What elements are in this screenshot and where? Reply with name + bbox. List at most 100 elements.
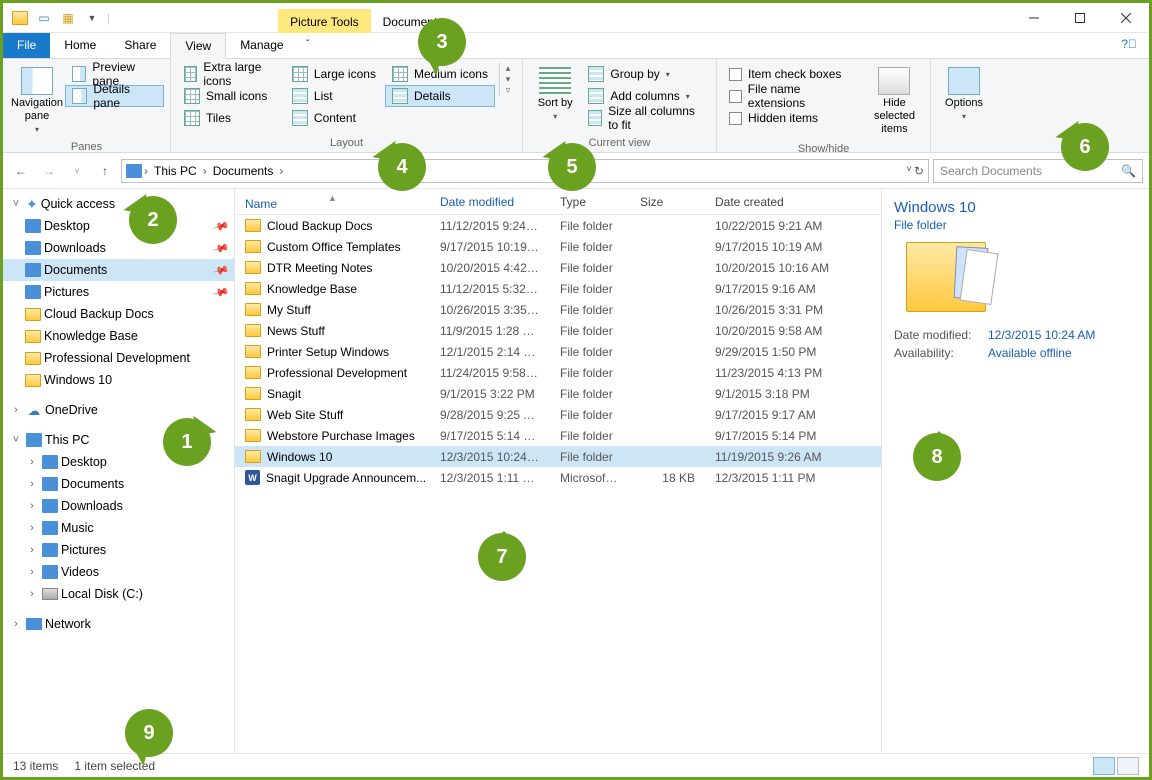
- breadcrumb-this-pc[interactable]: This PC: [150, 164, 201, 178]
- chevron-right-icon[interactable]: ›: [25, 588, 39, 600]
- details-availability-value[interactable]: Available offline: [988, 346, 1137, 360]
- file-row[interactable]: Windows 10 12/3/2015 10:24 AM File folde…: [235, 446, 881, 467]
- minimize-button[interactable]: [1011, 3, 1057, 33]
- tree-item[interactable]: Professional Development: [3, 347, 234, 369]
- maximize-button[interactable]: [1057, 3, 1103, 33]
- file-row[interactable]: Cloud Backup Docs 11/12/2015 9:24 AM Fil…: [235, 215, 881, 236]
- file-row[interactable]: Snagit 9/1/2015 3:22 PM File folder 9/1/…: [235, 383, 881, 404]
- tree-quick-access[interactable]: ˅✦Quick access: [3, 193, 234, 215]
- new-folder-icon[interactable]: ▦: [59, 9, 77, 27]
- group-by-button[interactable]: Group by ▾: [581, 63, 710, 85]
- refresh-icon[interactable]: ↻: [914, 164, 924, 178]
- content-button[interactable]: Content: [285, 107, 383, 129]
- chevron-right-icon[interactable]: ›: [201, 164, 209, 178]
- tree-item[interactable]: Documents 📌: [3, 259, 234, 281]
- search-input[interactable]: Search Documents 🔍: [933, 159, 1143, 183]
- chevron-right-icon[interactable]: ›: [25, 478, 39, 490]
- large-icons-button[interactable]: Large icons: [285, 63, 383, 85]
- qat-dropdown-icon[interactable]: ▼: [83, 9, 101, 27]
- chevron-down-icon[interactable]: ˅: [9, 434, 23, 446]
- column-size[interactable]: Size: [630, 195, 705, 209]
- file-row[interactable]: My Stuff 10/26/2015 3:35 PM File folder …: [235, 299, 881, 320]
- hide-selected-button[interactable]: Hide selected items: [865, 63, 924, 141]
- extra-large-icons-button[interactable]: Extra large icons: [177, 63, 283, 85]
- view-tab[interactable]: View: [170, 33, 226, 59]
- column-type[interactable]: Type: [550, 195, 630, 209]
- chevron-right-icon[interactable]: ›: [9, 404, 23, 416]
- file-row[interactable]: Professional Development 11/24/2015 9:58…: [235, 362, 881, 383]
- column-name[interactable]: ▲Name: [235, 193, 430, 211]
- forward-button[interactable]: →: [37, 159, 61, 183]
- tree-item[interactable]: Windows 10: [3, 369, 234, 391]
- file-row[interactable]: Custom Office Templates 9/17/2015 10:19 …: [235, 236, 881, 257]
- tree-item[interactable]: › Videos: [3, 561, 234, 583]
- chevron-right-icon[interactable]: ›: [25, 544, 39, 556]
- tree-item[interactable]: Pictures 📌: [3, 281, 234, 303]
- file-row[interactable]: Knowledge Base 11/12/2015 5:32 PM File f…: [235, 278, 881, 299]
- chevron-right-icon[interactable]: ›: [25, 456, 39, 468]
- address-bar[interactable]: › This PC › Documents › ˅ ↻: [121, 159, 929, 183]
- tiles-button[interactable]: Tiles: [177, 107, 283, 129]
- details-view-icon[interactable]: [1093, 757, 1115, 775]
- chevron-right-icon[interactable]: ›: [142, 164, 150, 178]
- tree-item[interactable]: › Documents: [3, 473, 234, 495]
- file-row[interactable]: Printer Setup Windows 12/1/2015 2:14 PM …: [235, 341, 881, 362]
- list-button[interactable]: List: [285, 85, 383, 107]
- chevron-more-icon[interactable]: ▿: [500, 85, 516, 96]
- column-date-created[interactable]: Date created: [705, 195, 840, 209]
- manage-tab[interactable]: Manage: [226, 33, 297, 58]
- file-row[interactable]: News Stuff 11/9/2015 1:28 PM File folder…: [235, 320, 881, 341]
- large-icons-view-icon[interactable]: [1117, 757, 1139, 775]
- column-date-modified[interactable]: Date modified: [430, 195, 550, 209]
- chevron-right-icon[interactable]: ›: [25, 500, 39, 512]
- chevron-up-icon[interactable]: ▴: [500, 63, 516, 74]
- chevron-down-icon[interactable]: ˅: [9, 198, 23, 210]
- close-button[interactable]: [1103, 3, 1149, 33]
- callout-6: 6: [1061, 123, 1109, 171]
- details-pane-button[interactable]: Details pane: [65, 85, 164, 107]
- file-row[interactable]: Webstore Purchase Images 9/17/2015 5:14 …: [235, 425, 881, 446]
- contextual-tab-picture-tools[interactable]: Picture Tools: [278, 9, 370, 33]
- tree-item[interactable]: › Local Disk (C:): [3, 583, 234, 605]
- tree-item[interactable]: Downloads 📌: [3, 237, 234, 259]
- tree-item[interactable]: Knowledge Base: [3, 325, 234, 347]
- options-button[interactable]: Options ▾: [937, 63, 991, 126]
- chevron-right-icon[interactable]: ›: [25, 522, 39, 534]
- address-dropdown-icon[interactable]: ˅: [906, 164, 912, 178]
- tree-item[interactable]: › Downloads: [3, 495, 234, 517]
- hidden-items-toggle[interactable]: Hidden items: [723, 107, 865, 129]
- share-tab[interactable]: Share: [110, 33, 170, 58]
- tree-network[interactable]: ›Network: [3, 613, 234, 635]
- details-button[interactable]: Details: [385, 85, 495, 107]
- chevron-right-icon[interactable]: ›: [25, 566, 39, 578]
- tree-item[interactable]: Desktop 📌: [3, 215, 234, 237]
- file-row[interactable]: Web Site Stuff 9/28/2015 9:25 AM File fo…: [235, 404, 881, 425]
- callout-7: 7: [478, 533, 526, 581]
- breadcrumb-documents[interactable]: Documents: [209, 164, 278, 178]
- file-tab[interactable]: File: [3, 33, 50, 58]
- chevron-right-icon[interactable]: ›: [9, 618, 23, 630]
- file-row[interactable]: DTR Meeting Notes 10/20/2015 4:42 PM Fil…: [235, 257, 881, 278]
- sort-by-button[interactable]: Sort by▾: [529, 63, 581, 126]
- help-icon[interactable]: ?⃝: [1109, 33, 1149, 58]
- collapse-ribbon-icon[interactable]: ˇ: [298, 33, 318, 58]
- back-button[interactable]: ←: [9, 159, 33, 183]
- tree-item[interactable]: Cloud Backup Docs: [3, 303, 234, 325]
- size-all-columns-button[interactable]: Size all columns to fit: [581, 107, 710, 129]
- details-date-modified-value[interactable]: 12/3/2015 10:24 AM: [988, 328, 1137, 342]
- file-row[interactable]: WSnagit Upgrade Announcem... 12/3/2015 1…: [235, 467, 881, 488]
- tree-item[interactable]: › Music: [3, 517, 234, 539]
- properties-icon[interactable]: ▭: [35, 9, 53, 27]
- chevron-right-icon[interactable]: ›: [277, 164, 285, 178]
- tree-item[interactable]: › Pictures: [3, 539, 234, 561]
- up-button[interactable]: ↑: [93, 159, 117, 183]
- layout-scroll[interactable]: ▴▾▿: [499, 63, 516, 96]
- small-icons-button[interactable]: Small icons: [177, 85, 283, 107]
- navigation-pane-button[interactable]: Navigation pane ▾: [9, 63, 65, 139]
- chevron-down-icon[interactable]: ▾: [500, 74, 516, 85]
- home-tab[interactable]: Home: [50, 33, 110, 58]
- recent-locations-button[interactable]: ˅: [65, 159, 89, 183]
- folder-icon: [245, 219, 261, 232]
- file-extensions-toggle[interactable]: File name extensions: [723, 85, 865, 107]
- medium-icons-button[interactable]: Medium icons: [385, 63, 495, 85]
